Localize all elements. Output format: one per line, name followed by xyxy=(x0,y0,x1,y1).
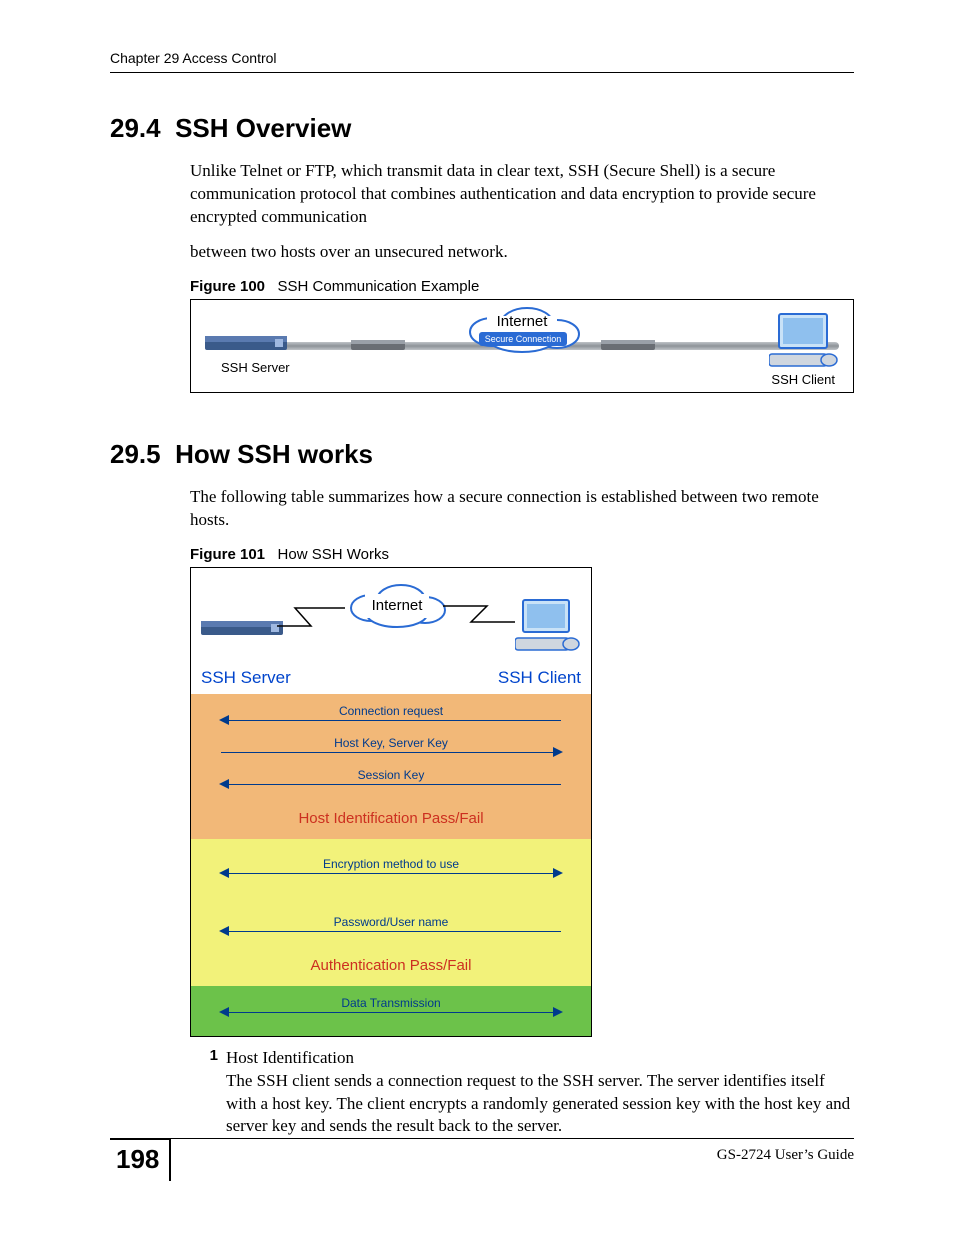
list-head: Host Identification xyxy=(226,1048,354,1067)
secure-connection-label: Secure Connection xyxy=(485,334,562,344)
auth-passfail: Authentication Pass/Fail xyxy=(221,949,561,980)
internet-cloud-icon: Internet Secure Connection xyxy=(457,304,587,358)
figure-caption-100: Figure 100 SSH Communication Example xyxy=(190,278,854,295)
arrow-host-key: Host Key, Server Key xyxy=(221,738,561,764)
figure-100-diagram: Internet Secure Connection xyxy=(190,299,854,393)
host-id-passfail: Host Identification Pass/Fail xyxy=(221,802,561,833)
band-authentication: Encryption method to use Password/User n… xyxy=(191,839,591,986)
link-line-icon xyxy=(443,598,519,628)
figure-label-text: SSH Communication Example xyxy=(278,278,480,295)
router-icon xyxy=(601,337,661,355)
figure-caption-101: Figure 101 How SSH Works xyxy=(190,546,854,563)
page-footer: 198 GS-2724 User’s Guide xyxy=(110,1138,854,1185)
section-title: How SSH works xyxy=(175,439,373,469)
band-data-transmission: Data Transmission xyxy=(191,986,591,1036)
ssh-server-header: SSH Server xyxy=(201,668,291,688)
figure-label-bold: Figure 101 xyxy=(190,546,265,563)
guide-title: GS-2724 User’s Guide xyxy=(717,1147,854,1164)
figure-101-top: Internet xyxy=(191,568,591,664)
figure-label-text: How SSH Works xyxy=(278,546,389,563)
link-line-icon xyxy=(277,602,351,632)
ssh-client-header: SSH Client xyxy=(498,668,581,688)
numbered-list: 1 Host Identification The SSH client sen… xyxy=(190,1047,854,1139)
section-heading-29-4: 29.4 SSH Overview xyxy=(110,113,854,144)
client-computer-icon xyxy=(769,312,839,370)
cloud-label: Internet xyxy=(372,597,424,614)
arrow-data-transmission: Data Transmission xyxy=(221,998,561,1024)
cloud-label: Internet xyxy=(497,313,549,330)
list-number: 1 xyxy=(190,1047,226,1139)
internet-cloud-icon: Internet xyxy=(341,578,451,634)
arrow-label: Data Transmission xyxy=(221,996,561,1010)
body-paragraph: The following table summarizes how a sec… xyxy=(190,486,854,532)
section-number: 29.4 xyxy=(110,113,161,143)
arrow-label: Connection request xyxy=(221,704,561,718)
server-icon xyxy=(205,330,297,358)
band-host-identification: Connection request Host Key, Server Key … xyxy=(191,694,591,839)
list-body: The SSH client sends a connection reques… xyxy=(226,1071,850,1136)
figure-101-diagram: Internet xyxy=(190,567,592,1037)
running-header: Chapter 29 Access Control xyxy=(110,50,854,73)
router-icon xyxy=(351,337,411,355)
figure-101-headers: SSH Server SSH Client xyxy=(191,664,591,694)
page-number: 198 xyxy=(110,1138,171,1181)
section-title: SSH Overview xyxy=(175,113,351,143)
arrow-label: Encryption method to use xyxy=(221,857,561,871)
server-label: SSH Server xyxy=(221,360,290,375)
arrow-label: Password/User name xyxy=(221,915,561,929)
arrow-encryption-method: Encryption method to use xyxy=(221,859,561,885)
section-heading-29-5: 29.5 How SSH works xyxy=(110,439,854,470)
arrow-label: Host Key, Server Key xyxy=(221,736,561,750)
figure-label-bold: Figure 100 xyxy=(190,278,265,295)
client-computer-icon xyxy=(515,598,581,656)
arrow-session-key: Session Key xyxy=(221,770,561,796)
section-number: 29.5 xyxy=(110,439,161,469)
body-paragraph: Unlike Telnet or FTP, which transmit dat… xyxy=(190,160,854,229)
arrow-password: Password/User name xyxy=(221,917,561,943)
body-paragraph: between two hosts over an unsecured netw… xyxy=(190,241,854,264)
client-label: SSH Client xyxy=(771,372,835,387)
arrow-label: Session Key xyxy=(221,768,561,782)
arrow-connection-request: Connection request xyxy=(221,706,561,732)
